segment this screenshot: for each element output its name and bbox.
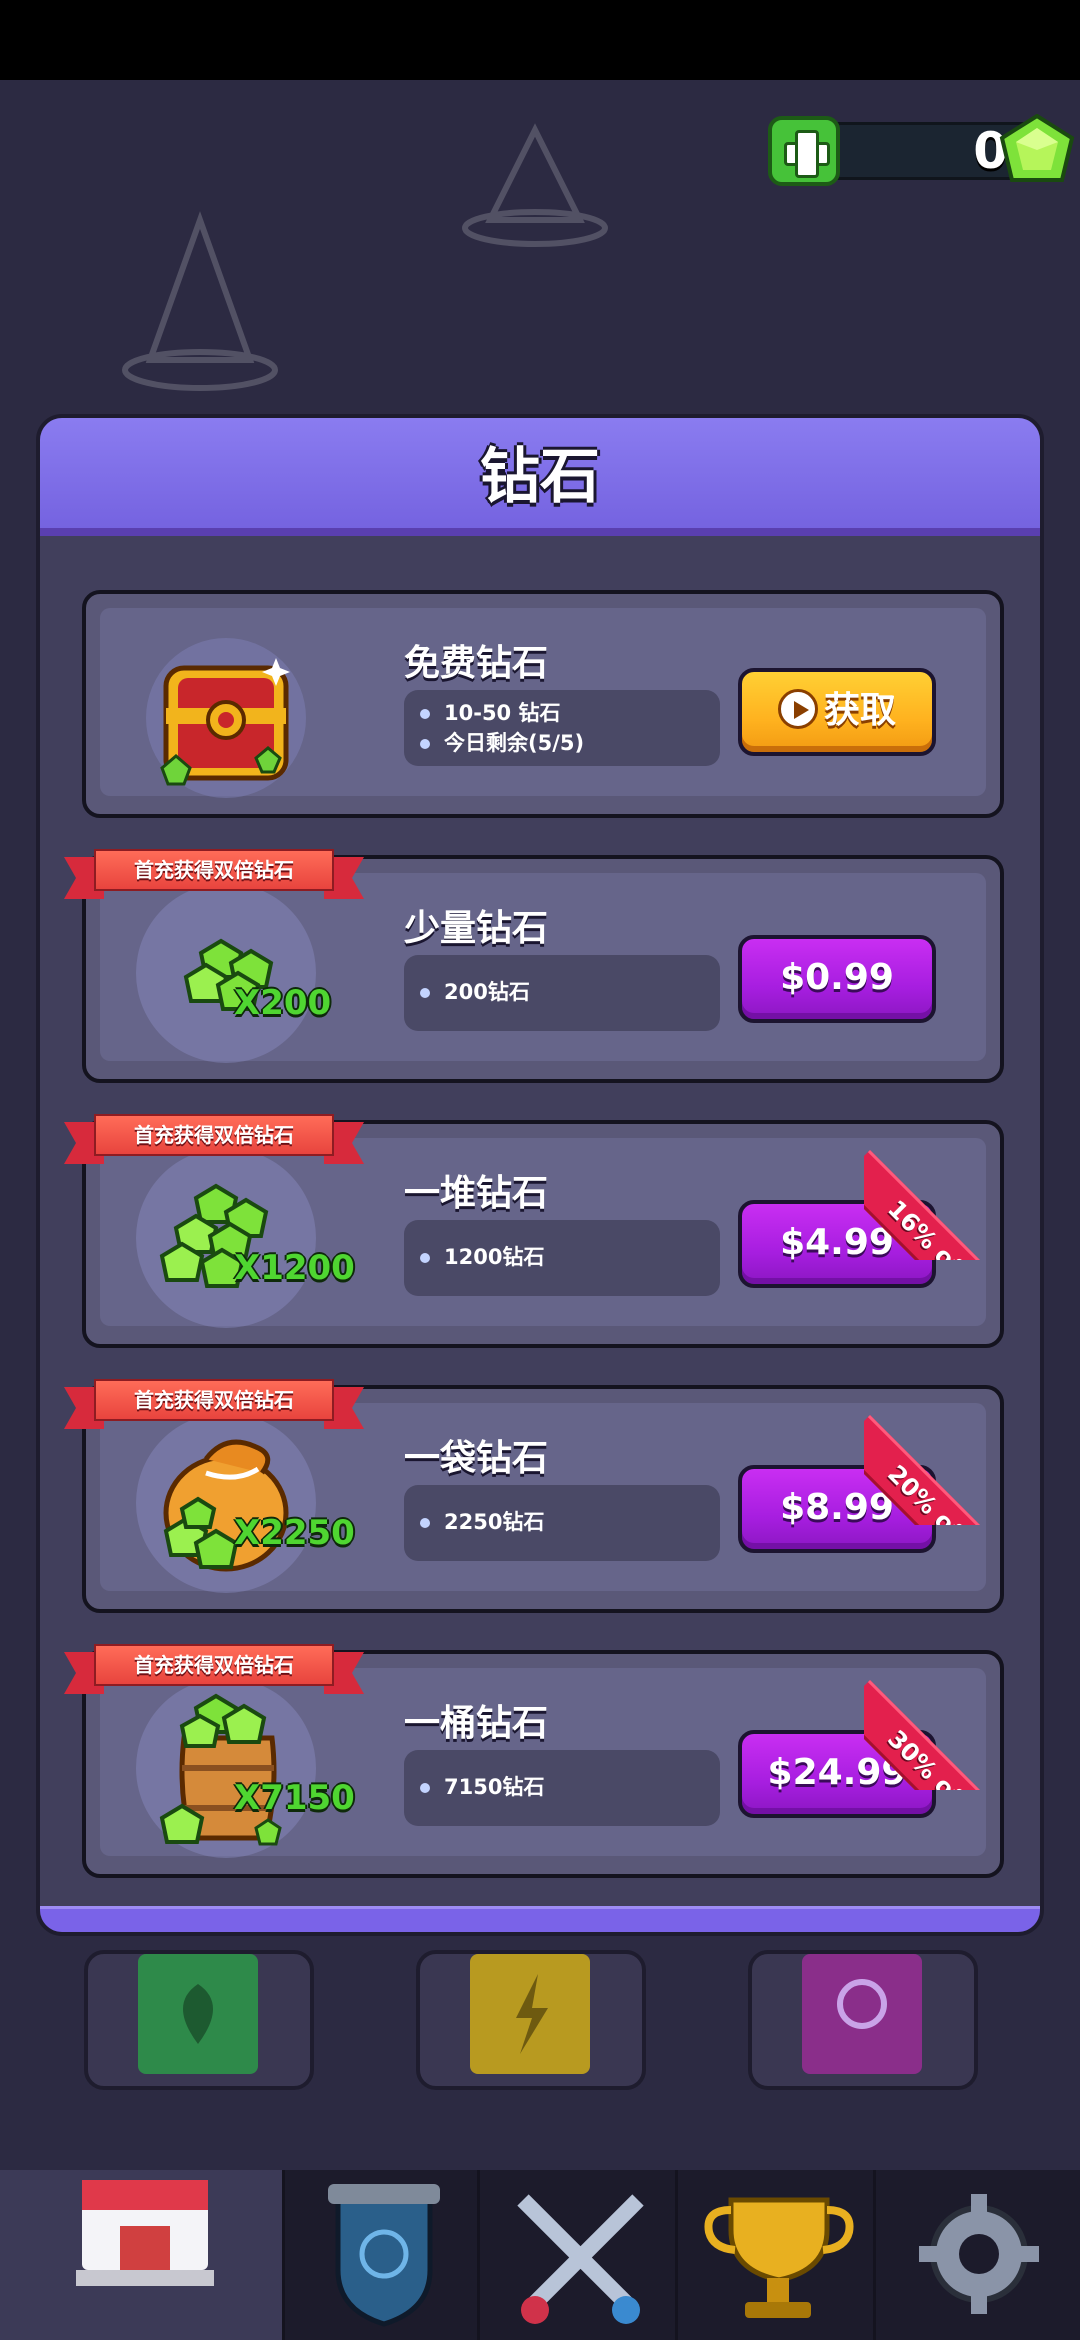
offer-name: 一桶钻石 bbox=[404, 1703, 549, 1744]
first-purchase-ribbon: 首充获得双倍钻石 bbox=[64, 1644, 364, 1694]
discount-label: 20% off bbox=[864, 1415, 1004, 1525]
offer-card-barrel: X7150 一桶钻石 7150钻石 $24.99 30% off 首充获得双倍钻… bbox=[64, 1644, 1004, 1878]
tab-battle[interactable] bbox=[483, 2170, 678, 2340]
gem-bag-icon bbox=[136, 1413, 316, 1593]
get-button-label: 获取 bbox=[823, 690, 896, 731]
offer-detail: 今日剩余(5/5) bbox=[420, 728, 720, 758]
offer-detail: 2250钻石 bbox=[420, 1507, 720, 1537]
shield-icon bbox=[328, 2184, 440, 2327]
treasure-chest-icon bbox=[146, 638, 306, 798]
trophy-icon bbox=[704, 2197, 854, 2318]
ribbon-label: 首充获得双倍钻石 bbox=[94, 1644, 334, 1686]
tab-heroes[interactable] bbox=[288, 2170, 480, 2340]
gem-shop-panel: 钻石 免费钻石 10-50 钻石 今日剩余(5/5) 获取 X200 少量钻石 … bbox=[36, 414, 1044, 1936]
discount-badge: 16% off bbox=[864, 1120, 1004, 1260]
gem-count: 0 bbox=[973, 122, 1008, 180]
play-video-icon bbox=[777, 689, 818, 729]
gem-quantity: X2250 bbox=[234, 1513, 355, 1553]
nature-book-slot[interactable] bbox=[84, 1950, 314, 2090]
offer-detail: 1200钻石 bbox=[420, 1242, 720, 1272]
status-bar bbox=[0, 0, 1080, 80]
gem-currency-display: 0 bbox=[768, 114, 1075, 186]
spiral-book-icon bbox=[802, 1954, 922, 2074]
offer-card-free: 免费钻石 10-50 钻石 今日剩余(5/5) 获取 bbox=[82, 590, 1004, 818]
hat-icon bbox=[122, 211, 278, 391]
offer-name: 一袋钻石 bbox=[404, 1438, 549, 1479]
offer-detail: 200钻石 bbox=[420, 977, 720, 1007]
tab-shop[interactable] bbox=[0, 2170, 285, 2340]
discount-label: 30% off bbox=[864, 1680, 1004, 1790]
offer-description: 10-50 钻石 今日剩余(5/5) bbox=[404, 690, 720, 766]
tab-settings[interactable] bbox=[879, 2170, 1080, 2340]
offer-detail: 7150钻石 bbox=[420, 1772, 720, 1802]
leaf-book-icon bbox=[138, 1954, 258, 2074]
gem-quantity: X200 bbox=[234, 983, 332, 1023]
first-purchase-ribbon: 首充获得双倍钻石 bbox=[64, 1114, 364, 1164]
gem-barrel-icon bbox=[136, 1678, 316, 1858]
tab-trophies[interactable] bbox=[681, 2170, 876, 2340]
offer-description: 2250钻石 bbox=[404, 1485, 720, 1561]
gem-icon bbox=[999, 114, 1075, 182]
discount-badge: 20% off bbox=[864, 1385, 1004, 1525]
swords-icon bbox=[517, 2194, 644, 2324]
offer-detail: 10-50 钻石 bbox=[420, 698, 720, 728]
panel-title: 钻石 bbox=[480, 442, 600, 512]
discount-badge: 30% off bbox=[864, 1650, 1004, 1790]
offer-description: 200钻石 bbox=[404, 955, 720, 1031]
offer-name: 一堆钻石 bbox=[404, 1173, 549, 1214]
first-purchase-ribbon: 首充获得双倍钻石 bbox=[64, 1379, 364, 1429]
gem-pile-small-icon bbox=[136, 883, 316, 1063]
offer-name: 少量钻石 bbox=[404, 908, 549, 949]
offer-name: 免费钻石 bbox=[404, 643, 549, 684]
watch-ad-get-button[interactable]: 获取 bbox=[738, 668, 936, 756]
ribbon-label: 首充获得双倍钻石 bbox=[94, 849, 334, 891]
gem-pile-medium-icon bbox=[136, 1148, 316, 1328]
lightning-book-slot[interactable] bbox=[416, 1950, 646, 2090]
add-gems-button[interactable] bbox=[768, 116, 840, 186]
offer-card-pile: X1200 一堆钻石 1200钻石 $4.99 16% off 首充获得双倍钻石 bbox=[64, 1114, 1004, 1348]
first-purchase-ribbon: 首充获得双倍钻石 bbox=[64, 849, 364, 899]
offer-card-small: X200 少量钻石 200钻石 $0.99 首充获得双倍钻石 bbox=[64, 849, 1004, 1083]
hat-icon bbox=[462, 123, 608, 247]
discount-label: 16% off bbox=[864, 1150, 1004, 1260]
gem-quantity: X1200 bbox=[234, 1248, 355, 1288]
lightning-book-icon bbox=[470, 1954, 590, 2074]
gem-quantity: X7150 bbox=[234, 1778, 355, 1818]
bottom-navigation bbox=[0, 2170, 1080, 2340]
panel-footer bbox=[40, 1906, 1040, 1932]
buy-button[interactable]: $0.99 bbox=[738, 935, 936, 1023]
arcane-book-slot[interactable] bbox=[748, 1950, 978, 2090]
offer-description: 1200钻石 bbox=[404, 1220, 720, 1296]
ribbon-label: 首充获得双倍钻石 bbox=[94, 1114, 334, 1156]
shop-icon bbox=[76, 2180, 214, 2286]
offer-description: 7150钻石 bbox=[404, 1750, 720, 1826]
offer-card-bag: X2250 一袋钻石 2250钻石 $8.99 20% off 首充获得双倍钻石 bbox=[64, 1379, 1004, 1613]
ribbon-label: 首充获得双倍钻石 bbox=[94, 1379, 334, 1421]
gear-icon bbox=[919, 2194, 1039, 2314]
